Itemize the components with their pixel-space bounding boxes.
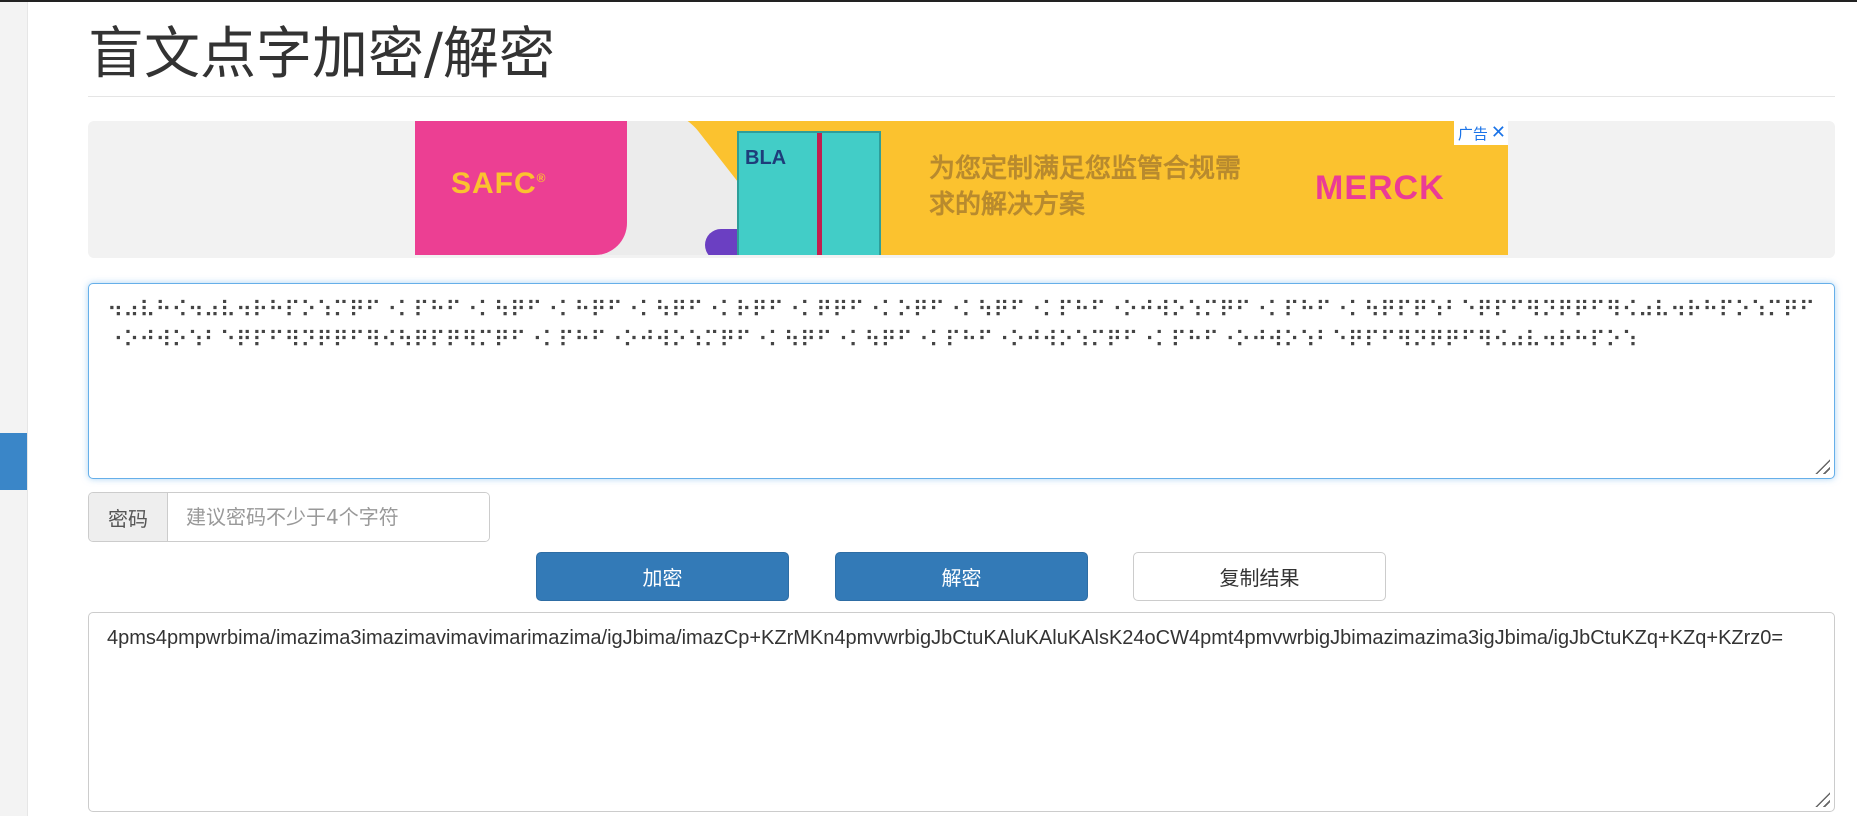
braille-input-text: ⠲⠴⠧⠓⠪⠲⠴⠧⠲⠗⠓⠏⠕⠱⠍⠟⠋⠐⠅⠏⠓⠋⠐⠅⠳⠟⠋⠐⠅⠓⠟⠋⠐⠅⠳⠟⠋⠐⠅⠗… [107, 298, 1816, 353]
left-side-tab[interactable] [0, 433, 27, 490]
ad-label: 广告 [1457, 124, 1488, 143]
ad-slogan: 为您定制满足您监管合规需求的解决方案 [929, 154, 1242, 220]
encrypt-button[interactable]: 加密 [536, 552, 789, 601]
ad-safc-logo: SAFC® [451, 167, 547, 200]
ad-banner[interactable]: SAFC® BLA 为您定制满足您监管合规需求的解决方案 MERCK 广告 ✕ [415, 121, 1508, 255]
ad-choices-badge[interactable]: 广告 ✕ [1453, 121, 1508, 145]
ad-box-zipper [817, 133, 822, 255]
ad-close-icon[interactable]: ✕ [1491, 124, 1506, 142]
resize-handle-icon[interactable] [1812, 456, 1830, 474]
top-border [0, 0, 1857, 2]
ad-container: SAFC® BLA 为您定制满足您监管合规需求的解决方案 MERCK 广告 ✕ [88, 121, 1835, 258]
page-title: 盲文点字加密/解密 [88, 22, 555, 87]
ad-box-text: BLA [745, 147, 787, 169]
ad-merck-logo: MERCK [1315, 169, 1445, 207]
resize-handle-icon[interactable] [1812, 789, 1830, 807]
password-label: 密码 [89, 493, 168, 541]
ad-pink-panel: SAFC® [415, 121, 627, 255]
copy-result-button[interactable]: 复制结果 [1133, 552, 1386, 601]
decrypt-button[interactable]: 解密 [835, 552, 1088, 601]
ad-product-box: BLA [737, 131, 881, 255]
result-text: 4pms4pmpwrbima/imazima3imazimavimavimari… [107, 627, 1784, 649]
result-textarea[interactable]: 4pms4pmpwrbima/imazima3imazimavimavimari… [88, 612, 1835, 812]
title-divider [88, 96, 1835, 97]
password-input[interactable] [168, 493, 489, 541]
braille-input-textarea[interactable]: ⠲⠴⠧⠓⠪⠲⠴⠧⠲⠗⠓⠏⠕⠱⠍⠟⠋⠐⠅⠏⠓⠋⠐⠅⠳⠟⠋⠐⠅⠓⠟⠋⠐⠅⠳⠟⠋⠐⠅⠗… [88, 283, 1835, 479]
password-input-group: 密码 [88, 492, 490, 542]
left-side-rail [0, 2, 28, 816]
